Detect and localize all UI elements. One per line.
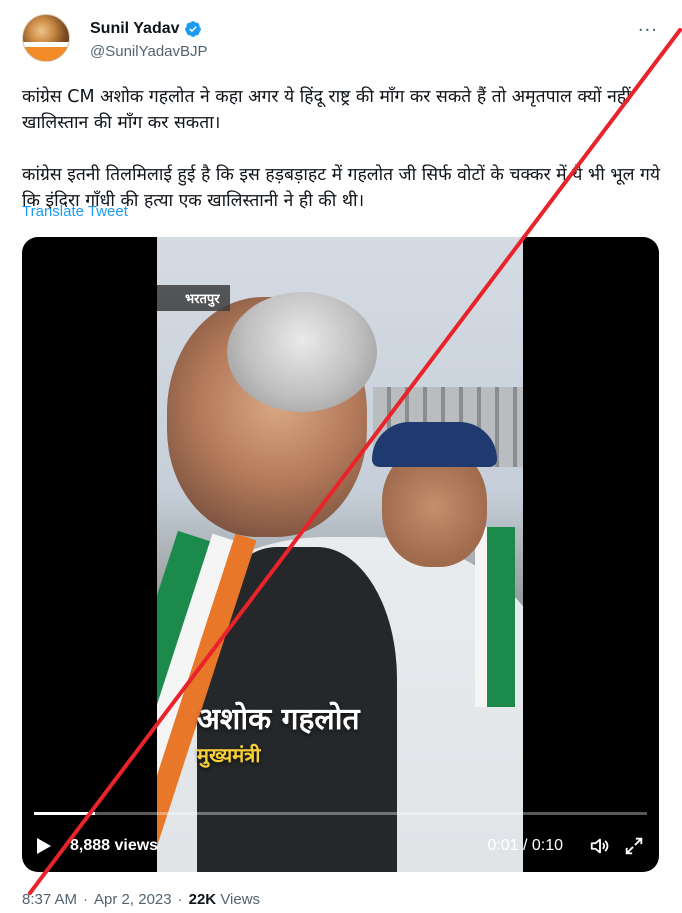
video-controls: 8,888 views 0:01 / 0:10 xyxy=(36,831,645,861)
meta-separator: · xyxy=(83,891,89,908)
views-count: 22K xyxy=(188,891,217,908)
views-label: Views xyxy=(220,891,261,908)
tweet-date[interactable]: Apr 2, 2023 xyxy=(94,891,172,908)
play-icon[interactable] xyxy=(36,837,52,855)
translate-tweet-link[interactable]: Translate Tweet xyxy=(22,203,128,220)
second-person-scarf-green xyxy=(487,527,515,707)
video-frame: भरतपुर अशोक गहलोत मुख्यमंत्री xyxy=(157,237,523,872)
author-name-row: Sunil Yadav xyxy=(90,20,202,38)
video-progress-bar[interactable] xyxy=(34,812,647,815)
tweet-paragraph-1: कांग्रेस CM अशोक गहलोत ने कहा अगर ये हिं… xyxy=(22,87,637,133)
video-progress-fill xyxy=(34,812,96,815)
second-person-cap xyxy=(372,422,497,467)
video-player[interactable]: भरतपुर अशोक गहलोत मुख्यमंत्री 8,888 view… xyxy=(22,237,659,872)
author-display-name[interactable]: Sunil Yadav xyxy=(90,20,180,38)
avatar-band-saffron xyxy=(23,47,69,61)
tweet-meta: 8:37 AM · Apr 2, 2023 · 22K Views xyxy=(22,891,260,908)
tweet-header: Sunil Yadav @SunilYadavBJP ··· xyxy=(22,10,662,70)
caption-role: मुख्यमंत्री xyxy=(197,743,261,767)
caption-name: अशोक गहलोत xyxy=(197,702,360,737)
verified-badge-icon xyxy=(184,21,201,37)
author-handle[interactable]: @SunilYadavBJP xyxy=(90,43,208,60)
author-avatar[interactable] xyxy=(22,14,70,62)
person-hair xyxy=(227,292,377,412)
volume-icon[interactable] xyxy=(589,835,611,857)
tweet-text: कांग्रेस CM अशोक गहलोत ने कहा अगर ये हिं… xyxy=(22,84,672,214)
views-group: 22K Views xyxy=(189,891,260,908)
more-options-icon[interactable]: ··· xyxy=(638,20,658,41)
video-time: 0:01 / 0:10 xyxy=(487,837,563,854)
video-views: 8,888 views xyxy=(70,837,159,854)
fullscreen-icon[interactable] xyxy=(623,835,645,857)
tweet-time[interactable]: 8:37 AM xyxy=(22,891,77,908)
meta-separator-2: · xyxy=(177,891,183,908)
location-tag: भरतपुर xyxy=(157,285,230,311)
